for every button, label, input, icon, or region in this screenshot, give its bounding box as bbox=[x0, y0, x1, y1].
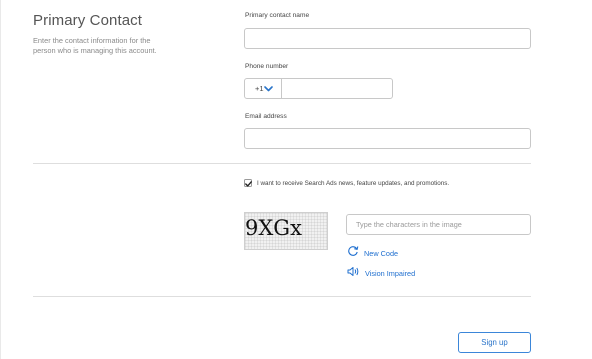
footer-divider bbox=[33, 296, 531, 297]
captcha-input[interactable] bbox=[346, 214, 531, 235]
contact-name-input[interactable] bbox=[244, 28, 531, 49]
page-left-border bbox=[0, 0, 1, 359]
country-code-select[interactable]: +1 bbox=[245, 79, 282, 98]
speaker-icon bbox=[347, 264, 360, 282]
phone-number-input[interactable] bbox=[281, 79, 395, 98]
chevron-down-icon bbox=[263, 85, 273, 92]
checkmark-icon bbox=[244, 174, 252, 192]
vision-impaired-label: Vision Impaired bbox=[365, 268, 416, 278]
newsletter-checkbox[interactable] bbox=[244, 179, 252, 187]
email-input[interactable] bbox=[244, 128, 531, 149]
phone-label: Phone number bbox=[245, 63, 289, 70]
contact-name-label: Primary contact name bbox=[245, 12, 310, 19]
vision-impaired-link[interactable]: Vision Impaired bbox=[347, 264, 415, 282]
section-divider bbox=[33, 163, 531, 164]
newsletter-option: I want to receive Search Ads news, featu… bbox=[244, 179, 449, 187]
captcha-image: 9XGx bbox=[244, 212, 328, 250]
phone-field: +1 bbox=[244, 78, 395, 99]
email-label: Email address bbox=[245, 113, 287, 120]
country-code-value: +1 bbox=[255, 84, 264, 93]
newsletter-label: I want to receive Search Ads news, featu… bbox=[257, 179, 450, 187]
section-title: Primary Contact bbox=[33, 12, 143, 29]
captcha-text: 9XGx bbox=[245, 216, 302, 240]
new-code-label: New Code bbox=[364, 248, 399, 258]
section-description: Enter the contact information for the pe… bbox=[33, 36, 157, 55]
refresh-icon bbox=[347, 244, 359, 262]
new-code-link[interactable]: New Code bbox=[347, 244, 398, 262]
sign-up-button[interactable]: Sign up bbox=[458, 332, 531, 353]
